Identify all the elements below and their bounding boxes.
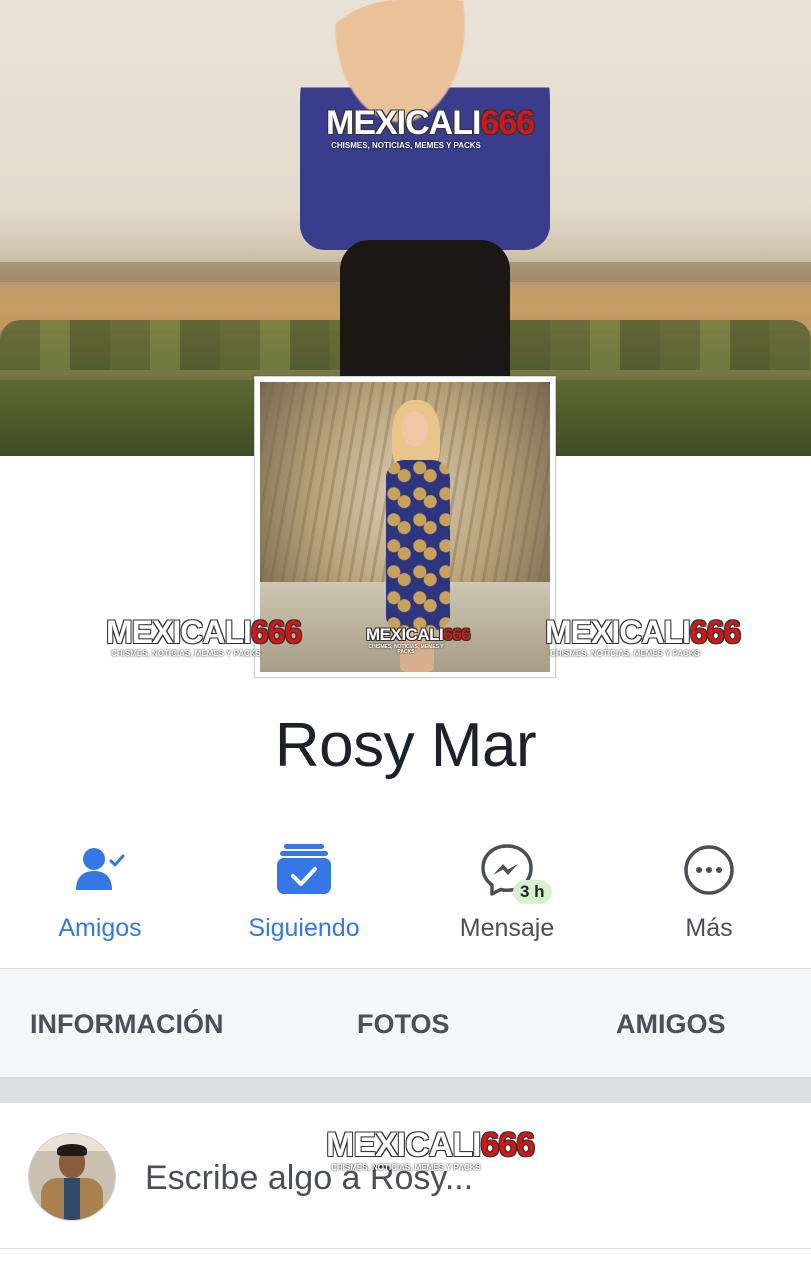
post-composer[interactable]: Escribe algo a Rosy... — [0, 1103, 811, 1248]
watermark-composer: MEXICALI666 CHISMES, NOTICIAS, MEMES Y P… — [326, 1126, 535, 1172]
friends-button[interactable]: Amigos — [20, 840, 180, 950]
following-button[interactable]: Siguiendo — [224, 840, 384, 950]
friends-check-icon — [20, 840, 180, 900]
message-button-label: Mensaje — [459, 914, 555, 942]
message-button[interactable]: 3 h Mensaje — [427, 840, 587, 950]
profile-name: Rosy Mar — [274, 711, 537, 780]
friends-button-label: Amigos — [58, 914, 142, 942]
section-separator — [0, 1077, 811, 1103]
message-time-badge: 3 h — [513, 880, 552, 904]
profile-actions: Amigos Siguiendo 3 h Mensaje Más — [0, 840, 811, 965]
following-button-label: Siguiendo — [248, 914, 360, 942]
tab-information[interactable]: INFORMACIÓN — [30, 1009, 223, 1040]
profile-tabs: INFORMACIÓN FOTOS AMIGOS — [0, 969, 811, 1077]
more-dots-icon — [629, 840, 789, 900]
divider — [0, 1248, 811, 1249]
watermark-left: MEXICALI666 CHISMES, NOTICIAS, MEMES Y P… — [106, 614, 302, 658]
tab-photos[interactable]: FOTOS — [357, 1009, 450, 1040]
following-check-icon — [224, 840, 384, 900]
more-button[interactable]: Más — [629, 840, 789, 950]
avatar[interactable] — [28, 1133, 116, 1221]
watermark-cover: MEXICALI666 CHISMES, NOTICIAS, MEMES Y P… — [326, 104, 535, 150]
watermark-right: MEXICALI666 CHISMES, NOTICIAS, MEMES Y P… — [545, 614, 741, 658]
watermark-center: MEXICALI666 CHISMES, NOTICIAS, MEMES Y P… — [366, 625, 471, 655]
messenger-icon: 3 h — [427, 840, 587, 904]
more-button-label: Más — [685, 914, 733, 942]
tab-friends[interactable]: AMIGOS — [616, 1009, 726, 1040]
